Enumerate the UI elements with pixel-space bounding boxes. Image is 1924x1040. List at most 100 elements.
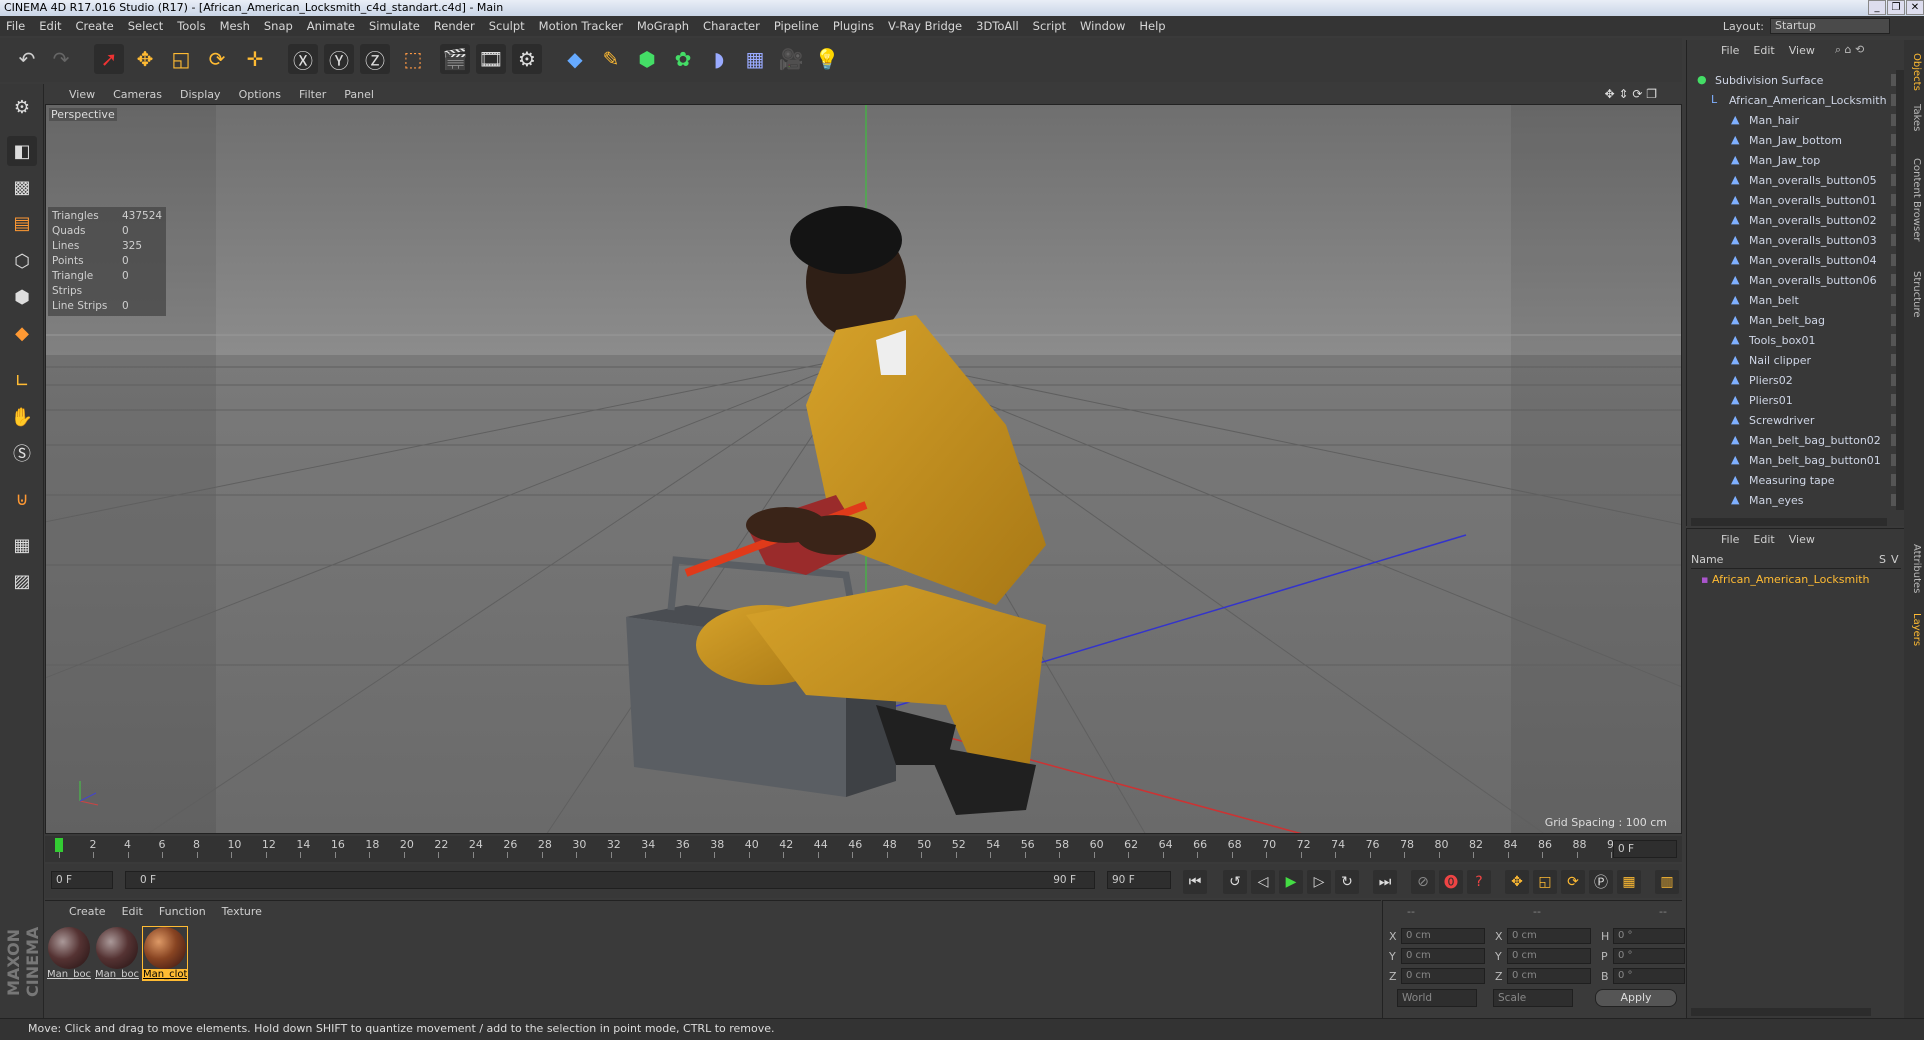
- menu-character[interactable]: Character: [703, 19, 760, 33]
- menu-mesh[interactable]: Mesh: [220, 19, 250, 33]
- lock-workplane-icon[interactable]: ▦: [7, 530, 37, 560]
- layer-menu-file[interactable]: File: [1721, 533, 1739, 546]
- object-menu-file[interactable]: File: [1721, 44, 1739, 57]
- start-frame-field[interactable]: 0 F: [51, 871, 113, 889]
- magnet-icon[interactable]: ⊍: [7, 484, 37, 514]
- material-menu-function[interactable]: Function: [159, 905, 206, 918]
- polygons-mode-icon[interactable]: ◆: [7, 318, 37, 348]
- menu-edit[interactable]: Edit: [39, 19, 61, 33]
- object-tree-item[interactable]: ▲ Man_overalls_button01: [1687, 190, 1901, 210]
- position-z-field[interactable]: 0 cm: [1401, 968, 1485, 984]
- object-tree-item[interactable]: ▲ Man_hair: [1687, 110, 1901, 130]
- prev-key-icon[interactable]: ↺: [1223, 870, 1247, 894]
- object-tree-item[interactable]: ▲ Screwdriver: [1687, 410, 1901, 430]
- cube-icon[interactable]: ◆: [560, 44, 590, 74]
- rotation-h-field[interactable]: 0 °: [1613, 928, 1685, 944]
- viewport-menu-cameras[interactable]: Cameras: [113, 88, 162, 101]
- menu-pipeline[interactable]: Pipeline: [774, 19, 819, 33]
- object-tree-item[interactable]: ▲ Man_belt_bag: [1687, 310, 1901, 330]
- tab-structure[interactable]: Structure: [1906, 264, 1922, 324]
- viewport-nav-icons[interactable]: ✥ ⇕ ⟳ ❐: [1605, 87, 1657, 101]
- next-frame-icon[interactable]: ▷: [1307, 870, 1331, 894]
- cloner-icon[interactable]: ✿: [668, 44, 698, 74]
- rotate-icon[interactable]: ⟳: [202, 44, 232, 74]
- tab-objects[interactable]: Objects: [1906, 48, 1922, 96]
- camera-icon[interactable]: 🎥: [776, 44, 806, 74]
- object-tree-item[interactable]: ▲ Man_overalls_button03: [1687, 230, 1901, 250]
- deformer-icon[interactable]: ◗: [704, 44, 734, 74]
- world-dropdown[interactable]: World: [1397, 989, 1477, 1007]
- menu-motion-tracker[interactable]: Motion Tracker: [539, 19, 623, 33]
- object-tree-item[interactable]: ▲ Man_overalls_button02: [1687, 210, 1901, 230]
- object-tree-item[interactable]: ▲ Man_overalls_button06: [1687, 270, 1901, 290]
- object-tree-item[interactable]: ▲ Man_eyes: [1687, 490, 1901, 510]
- object-tree-item[interactable]: L African_American_Locksmith: [1687, 90, 1901, 110]
- live-select-icon[interactable]: ➚: [94, 44, 124, 74]
- tab-layers[interactable]: Layers: [1906, 608, 1922, 652]
- close-icon[interactable]: ✕: [1906, 0, 1924, 15]
- tweak-icon[interactable]: ✋: [7, 402, 37, 432]
- search-icon[interactable]: ⌕ ⌂ ⟲: [1835, 43, 1864, 57]
- frame-range-slider[interactable]: 0 F 90 F: [125, 871, 1095, 889]
- object-tree-item[interactable]: ▲ Man_belt: [1687, 290, 1901, 310]
- material-swatch[interactable]: Man_boc: [47, 927, 91, 980]
- object-tree-item[interactable]: ▲ Tools_box01: [1687, 330, 1901, 350]
- layer-menu-view[interactable]: View: [1789, 533, 1815, 546]
- redo-icon[interactable]: ↷: [46, 44, 76, 74]
- material-swatch[interactable]: Man_boc: [95, 927, 139, 980]
- material-menu-texture[interactable]: Texture: [222, 905, 262, 918]
- next-key-icon[interactable]: ↻: [1335, 870, 1359, 894]
- scale-dropdown[interactable]: Scale: [1493, 989, 1573, 1007]
- object-h-scrollbar[interactable]: [1691, 518, 1887, 526]
- coordinate-system-icon[interactable]: ⬚: [398, 44, 428, 74]
- size-y-field[interactable]: 0 cm: [1507, 948, 1591, 964]
- position-key-icon[interactable]: ✥: [1505, 870, 1529, 894]
- menu-tools[interactable]: Tools: [177, 19, 205, 33]
- material-menu-create[interactable]: Create: [69, 905, 106, 918]
- viewport-menu-options[interactable]: Options: [239, 88, 281, 101]
- size-z-field[interactable]: 0 cm: [1507, 968, 1591, 984]
- rotation-b-field[interactable]: 0 °: [1613, 968, 1685, 984]
- scale-icon[interactable]: ◱: [166, 44, 196, 74]
- viewport[interactable]: Perspective Triangles 437524 Quads 0 Lines…: [45, 104, 1682, 834]
- timeline-ruler[interactable]: 0246810121416182022242628303234363840424…: [45, 836, 1682, 862]
- object-tree-item[interactable]: ▲ Man_overalls_button04: [1687, 250, 1901, 270]
- tab-takes[interactable]: Takes: [1906, 100, 1922, 136]
- timeline-playhead[interactable]: [55, 838, 63, 852]
- menu-animate[interactable]: Animate: [307, 19, 355, 33]
- menu-mograph[interactable]: MoGraph: [637, 19, 689, 33]
- object-tree-item[interactable]: ▲ Nail clipper: [1687, 350, 1901, 370]
- rotation-p-field[interactable]: 0 °: [1613, 948, 1685, 964]
- scale-key-icon[interactable]: ◱: [1533, 870, 1557, 894]
- layer-menu-edit[interactable]: Edit: [1753, 533, 1774, 546]
- object-tree-item[interactable]: ● Subdivision Surface: [1687, 70, 1901, 90]
- make-editable-icon[interactable]: ⚙: [7, 92, 37, 122]
- object-tree-item[interactable]: ▲ Man_overalls_button05: [1687, 170, 1901, 190]
- menu-render[interactable]: Render: [434, 19, 475, 33]
- menu-script[interactable]: Script: [1033, 19, 1066, 33]
- workplane-icon[interactable]: ▤: [7, 208, 37, 238]
- z-axis-icon[interactable]: Ⓩ: [360, 44, 390, 74]
- rotation-key-icon[interactable]: ⟳: [1561, 870, 1585, 894]
- menu-file[interactable]: File: [6, 19, 25, 33]
- light-icon[interactable]: 💡: [812, 44, 842, 74]
- floor-icon[interactable]: ▦: [740, 44, 770, 74]
- autokey-icon[interactable]: ⓿: [1439, 870, 1463, 894]
- menu-plugins[interactable]: Plugins: [833, 19, 874, 33]
- object-tree-item[interactable]: ▲ Man_Jaw_bottom: [1687, 130, 1901, 150]
- object-tree-item[interactable]: ▲ Measuring tape: [1687, 470, 1901, 490]
- menu-3dtoall[interactable]: 3DToAll: [976, 19, 1019, 33]
- keyframe-selection-icon[interactable]: ?: [1467, 870, 1491, 894]
- menu-help[interactable]: Help: [1139, 19, 1165, 33]
- x-axis-icon[interactable]: Ⓧ: [288, 44, 318, 74]
- current-frame-field[interactable]: 0 F: [1613, 840, 1677, 858]
- y-axis-icon[interactable]: Ⓨ: [324, 44, 354, 74]
- viewport-menu-panel[interactable]: Panel: [344, 88, 374, 101]
- object-scrollbar[interactable]: [1896, 70, 1904, 510]
- object-tree-item[interactable]: ▲ Pliers02: [1687, 370, 1901, 390]
- menu-snap[interactable]: Snap: [264, 19, 293, 33]
- position-y-field[interactable]: 0 cm: [1401, 948, 1485, 964]
- end-frame-field[interactable]: 90 F: [1107, 871, 1171, 889]
- object-tree-item[interactable]: ▲ Man_Jaw_top: [1687, 150, 1901, 170]
- play-icon[interactable]: ▶: [1279, 870, 1303, 894]
